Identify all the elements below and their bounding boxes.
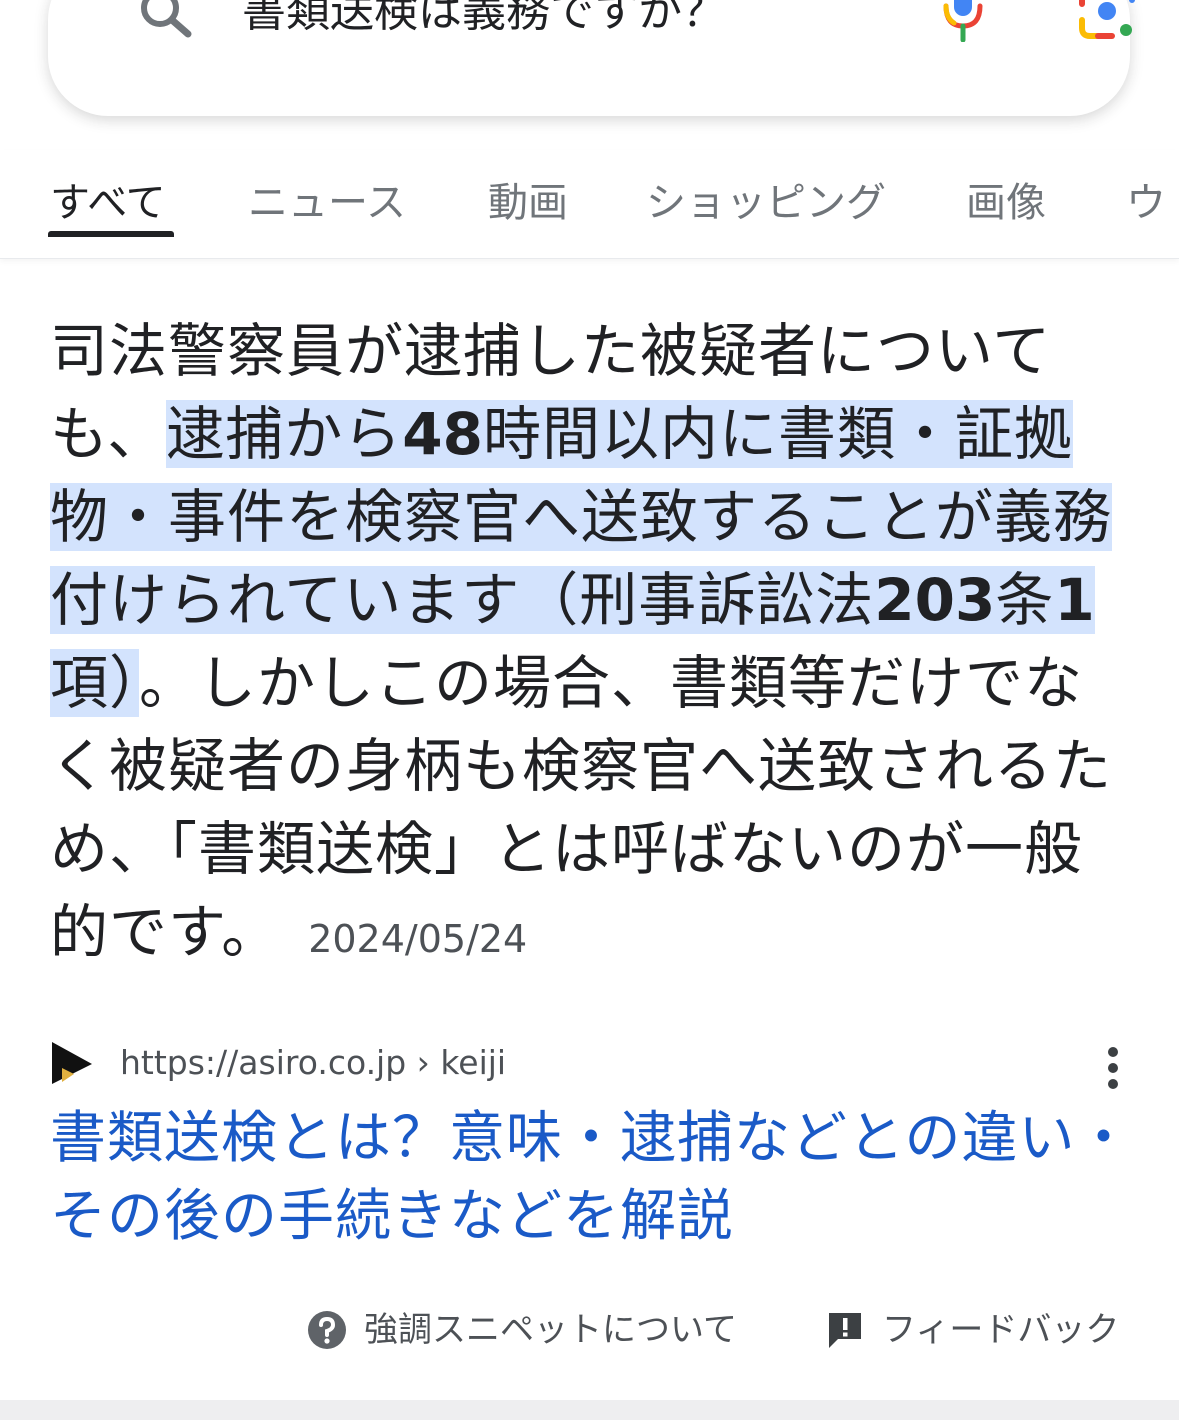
- tab-web[interactable]: ウ: [1126, 178, 1166, 228]
- snippet-highlight-text: 項）: [50, 649, 140, 717]
- snippet-highlight-number: 48: [402, 400, 483, 468]
- search-bar[interactable]: 書類送検は義務ですか？: [48, 0, 1135, 116]
- tab-videos[interactable]: 動画: [488, 178, 568, 228]
- search-tabs: すべて ニュース 動画 ショッピング 画像 ウ: [0, 150, 1179, 259]
- snippet-highlight-number: 1: [1054, 566, 1095, 634]
- tab-shopping[interactable]: ショッピング: [646, 178, 886, 228]
- snippet-highlight-text: 条: [995, 566, 1055, 634]
- source-url[interactable]: https://asiro.co.jp › keiji: [120, 1040, 506, 1086]
- page-divider: [0, 1400, 1179, 1420]
- result-title-link[interactable]: 書類送検とは？意味・逮捕などとの違い・その後の手続きなどを解説: [50, 1100, 1135, 1256]
- feedback-icon[interactable]: [826, 1310, 864, 1350]
- snippet-rest: 。しかしこの場合、書類等だけでなく被疑者の身柄も検察官へ送致されるため、「書類送…: [50, 649, 1113, 966]
- site-favicon-icon[interactable]: [50, 1040, 94, 1086]
- tab-images[interactable]: 画像: [966, 178, 1046, 228]
- more-options-icon[interactable]: [1100, 1046, 1126, 1090]
- tab-all[interactable]: すべて: [50, 178, 166, 228]
- snippet-highlight-number: 203: [874, 566, 996, 634]
- featured-snippet-text: 司法警察員が逮捕した被疑者についても、逮捕から48時間以内に書類・証拠物・事件を…: [50, 310, 1135, 981]
- active-tab-indicator: [48, 231, 174, 237]
- snippet-footer: 強調スニペットについて フィードバック: [0, 1296, 1179, 1362]
- about-featured-snippets-link[interactable]: 強調スニペットについて: [364, 1306, 737, 1354]
- lens-icon[interactable]: [1076, 0, 1138, 42]
- snippet-date: 2024/05/24: [308, 917, 528, 961]
- tab-news[interactable]: ニュース: [248, 178, 406, 228]
- help-icon[interactable]: [307, 1310, 347, 1350]
- feedback-link[interactable]: フィードバック: [882, 1306, 1119, 1354]
- mic-icon[interactable]: [938, 0, 988, 42]
- search-input[interactable]: 書類送検は義務ですか？: [242, 0, 726, 42]
- search-icon[interactable]: [138, 0, 196, 38]
- snippet-highlight-text: 逮捕から: [166, 400, 403, 468]
